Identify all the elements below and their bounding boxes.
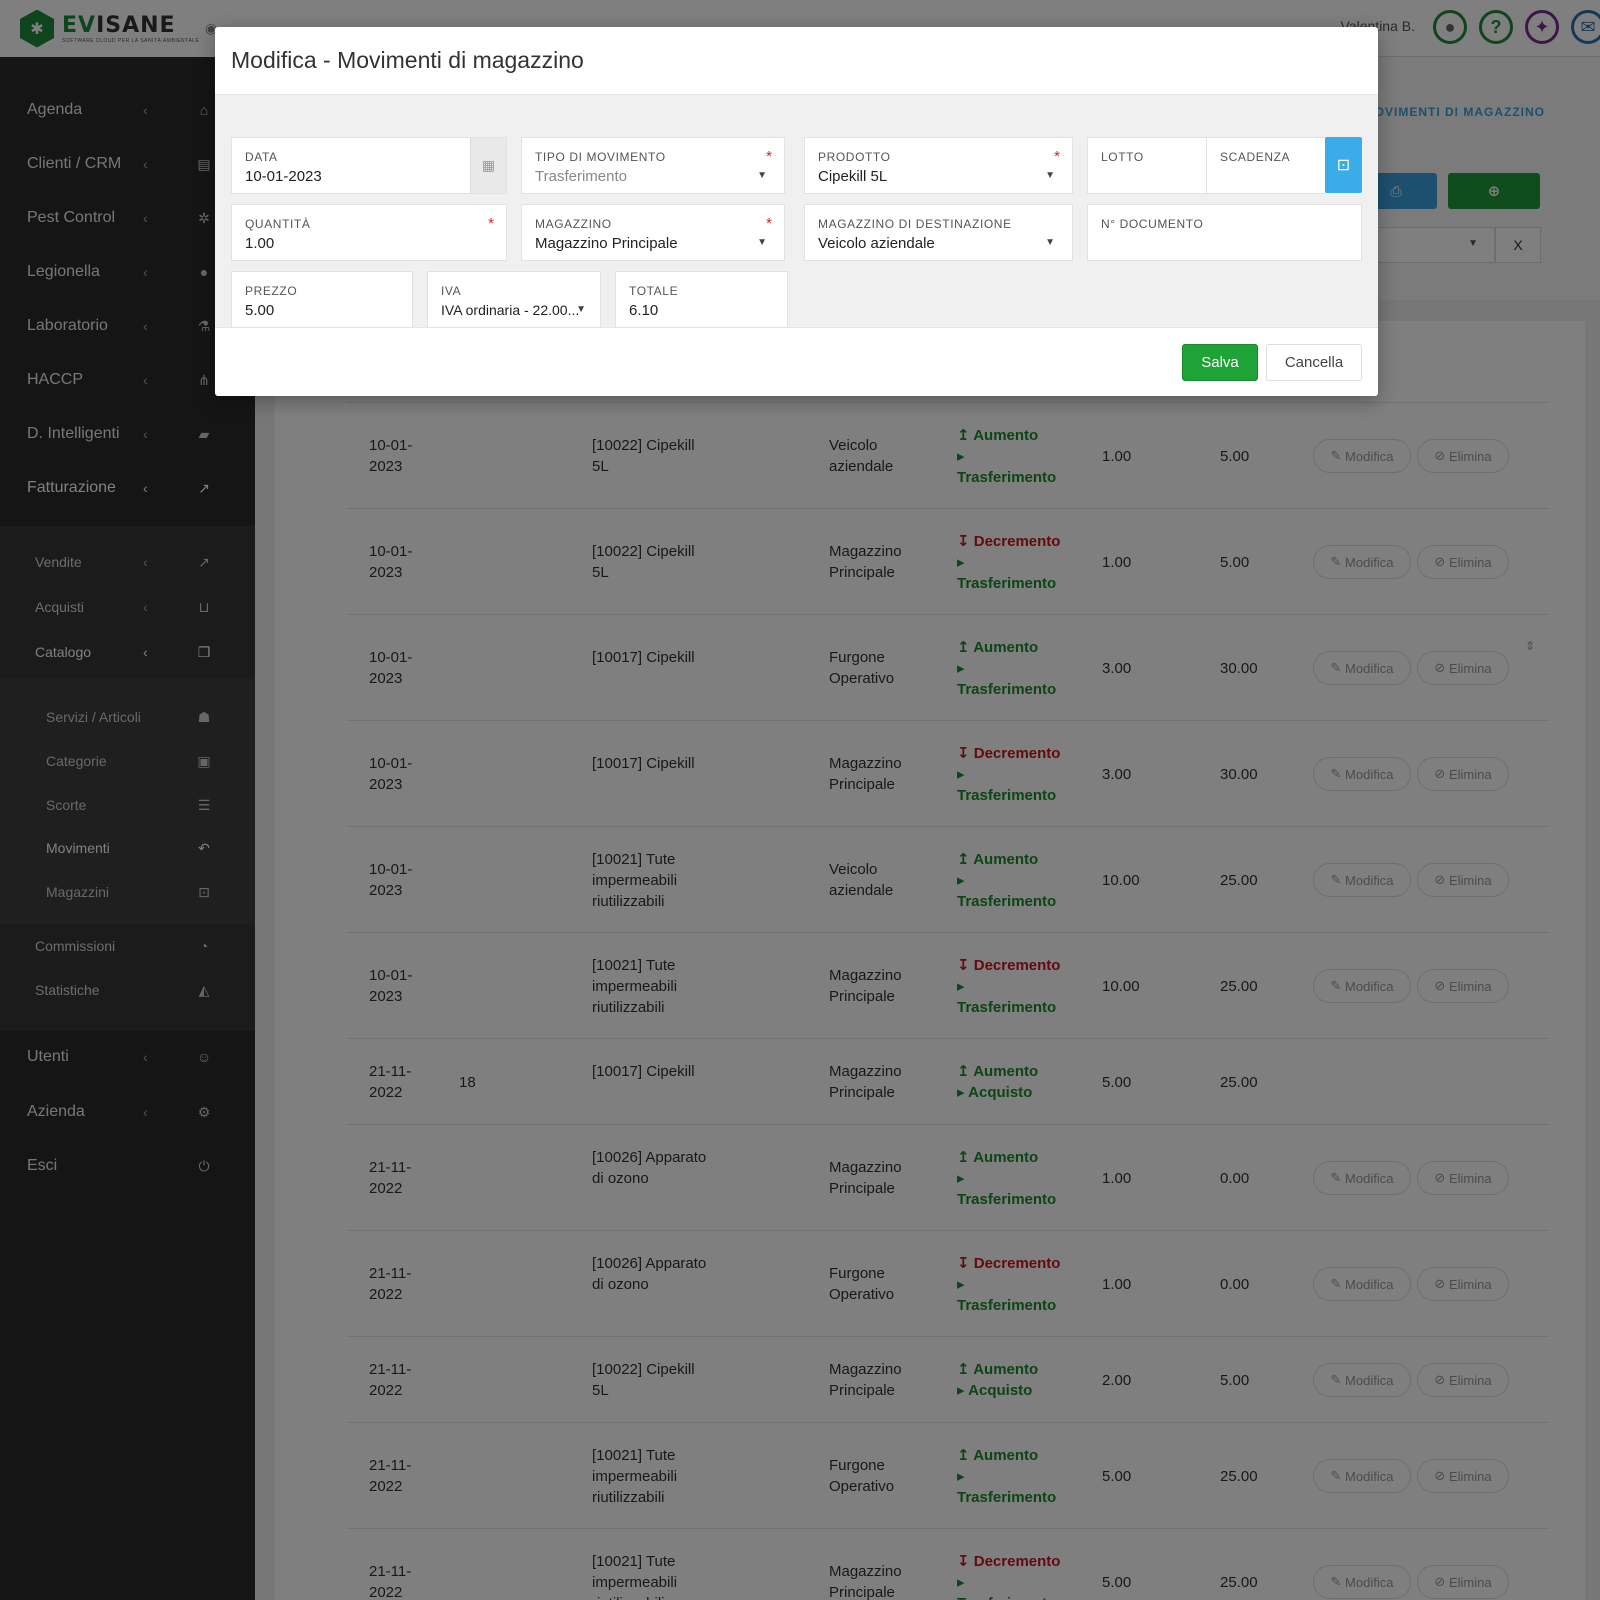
- quantity-value[interactable]: 1.00: [245, 235, 274, 252]
- caret-down-icon: ▼: [1045, 237, 1055, 248]
- quantity-label: QUANTITÀ: [245, 217, 311, 231]
- destination-warehouse-value: Veicolo aziendale: [818, 235, 935, 252]
- vat-label: IVA: [441, 284, 462, 298]
- document-number-label: N° DOCUMENTO: [1101, 217, 1204, 231]
- caret-down-icon: ▼: [1045, 170, 1055, 181]
- warehouse-label: MAGAZZINO: [535, 217, 612, 231]
- product-value: Cipekill 5L: [818, 168, 888, 185]
- required-mark: *: [488, 215, 494, 232]
- date-label: DATA: [245, 150, 278, 164]
- save-button[interactable]: Salva: [1182, 344, 1258, 381]
- modal-title: Modifica - Movimenti di magazzino: [231, 47, 584, 73]
- document-number-field[interactable]: N° DOCUMENTO: [1087, 204, 1362, 261]
- cancel-button[interactable]: Cancella: [1266, 344, 1362, 381]
- price-value[interactable]: 5.00: [245, 302, 274, 319]
- total-field[interactable]: TOTALE 6.10: [615, 271, 788, 328]
- caret-down-icon: ▼: [757, 170, 767, 181]
- movement-type-value: Trasferimento: [535, 168, 627, 185]
- required-mark: *: [766, 215, 772, 232]
- date-value[interactable]: 10-01-2023: [245, 168, 322, 185]
- total-value[interactable]: 6.10: [629, 302, 658, 319]
- expiry-label: SCADENZA: [1220, 150, 1291, 164]
- vat-select[interactable]: IVA IVA ordinaria - 22.00... ▼: [427, 271, 601, 328]
- warehouse-select[interactable]: MAGAZZINO * Magazzino Principale ▼: [521, 204, 785, 261]
- calendar-icon[interactable]: ▦: [470, 138, 506, 193]
- movement-type-label: TIPO DI MOVIMENTO: [535, 150, 666, 164]
- movement-type-select[interactable]: TIPO DI MOVIMENTO * Trasferimento ▼: [521, 137, 785, 194]
- warehouse-value: Magazzino Principale: [535, 235, 678, 252]
- product-select[interactable]: PRODOTTO * Cipekill 5L ▼: [804, 137, 1073, 194]
- caret-down-icon: ▼: [576, 304, 586, 315]
- modal-body: DATA 10-01-2023 ▦ TIPO DI MOVIMENTO * Tr…: [215, 94, 1378, 328]
- lot-label: LOTTO: [1101, 150, 1144, 164]
- expiry-field[interactable]: SCADENZA: [1206, 137, 1326, 194]
- required-mark: *: [1054, 148, 1060, 165]
- quantity-field[interactable]: QUANTITÀ * 1.00: [231, 204, 507, 261]
- lot-field[interactable]: LOTTO: [1087, 137, 1207, 194]
- caret-down-icon: ▼: [757, 237, 767, 248]
- date-field[interactable]: DATA 10-01-2023 ▦: [231, 137, 507, 194]
- total-label: TOTALE: [629, 284, 679, 298]
- destination-warehouse-label: MAGAZZINO DI DESTINAZIONE: [818, 217, 1012, 231]
- price-label: PREZZO: [245, 284, 298, 298]
- price-field[interactable]: PREZZO 5.00: [231, 271, 413, 328]
- vat-value: IVA ordinaria - 22.00...: [441, 302, 580, 318]
- required-mark: *: [766, 148, 772, 165]
- inbox-icon: ⊡: [1336, 157, 1351, 174]
- lot-picker-button[interactable]: ⊡: [1325, 137, 1362, 193]
- destination-warehouse-select[interactable]: MAGAZZINO DI DESTINAZIONE Veicolo aziend…: [804, 204, 1073, 261]
- product-label: PRODOTTO: [818, 150, 891, 164]
- edit-movement-modal: Modifica - Movimenti di magazzino DATA 1…: [215, 27, 1378, 396]
